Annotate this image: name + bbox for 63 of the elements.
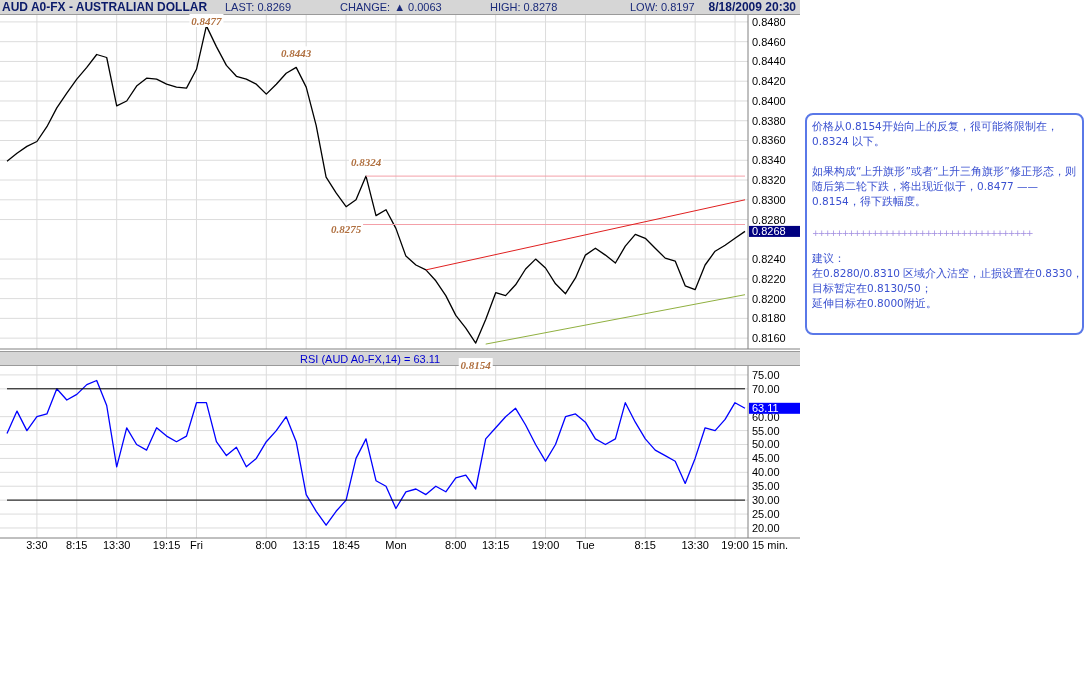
axis-label: Mon bbox=[385, 539, 407, 551]
axis-label: Tue bbox=[576, 539, 595, 551]
rsi-title: RSI (AUD A0-FX,14) = 63.11 bbox=[300, 352, 441, 365]
price-label: 0.8477 bbox=[189, 14, 224, 27]
date-time: 8/18/2009 20:30 bbox=[708, 0, 797, 14]
axis-label: 0.8340 bbox=[752, 154, 786, 167]
axis-label: 13:15 bbox=[292, 539, 320, 551]
axis-label: 35.00 bbox=[752, 480, 780, 493]
advice-line: 在0.8280/0.8310 区域介入沽空，止损设置在0.8330， bbox=[812, 266, 1084, 281]
axis-label: Fri bbox=[190, 539, 203, 551]
axis-label: 0.8380 bbox=[752, 114, 786, 127]
axis-label: 8:15 bbox=[66, 539, 88, 551]
last-price: LAST: 0.8269 bbox=[225, 1, 292, 13]
axis-label: 55.00 bbox=[752, 424, 780, 437]
axis-label: 0.8420 bbox=[752, 75, 786, 88]
axis-label: 0.8220 bbox=[752, 272, 786, 285]
axis-label: 0.8440 bbox=[752, 55, 786, 68]
axis-label: 8:00 bbox=[255, 539, 277, 551]
symbol-title: AUD A0-FX - AUSTRALIAN DOLLAR bbox=[1, 0, 208, 14]
advice-title: 建议： bbox=[812, 251, 845, 266]
axis-label: 19:15 bbox=[152, 539, 181, 551]
axis-label: 19:00 bbox=[531, 539, 560, 551]
axis-label: 19:00 bbox=[721, 539, 749, 551]
axis-label: 0.8460 bbox=[752, 35, 786, 48]
value-tag: 0.8268 bbox=[749, 225, 800, 238]
axis-label: 0.8280 bbox=[752, 213, 786, 226]
axis-label: 0.8480 bbox=[752, 15, 786, 28]
interval-label: 15 min. bbox=[752, 539, 789, 551]
advice-line: 延伸目标在0.8000附近。 bbox=[812, 296, 937, 311]
axis-label: 8:15 bbox=[634, 539, 656, 551]
axis-label: 25.00 bbox=[752, 508, 780, 521]
axis-label: 20.00 bbox=[752, 522, 780, 534]
axis-label: 0.8320 bbox=[752, 174, 786, 186]
change-label: CHANGE: bbox=[340, 1, 391, 13]
axis-label: 30.00 bbox=[752, 494, 780, 507]
axis-label: 0.8200 bbox=[752, 292, 786, 305]
axis-label: 13:30 bbox=[681, 539, 709, 551]
axis-label: 18:45 bbox=[332, 539, 360, 551]
axis-label: 0.8400 bbox=[752, 94, 786, 107]
axis-label: 70.00 bbox=[752, 382, 780, 395]
note-paragraph: 如果构成“上升旗形”或者“上升三角旗形”修正形态，则随后第二轮下跌，将出现近似于，0.8477 ——0.8154，得下跌幅度。 bbox=[812, 164, 1077, 209]
axis-label: 75.00 bbox=[752, 368, 780, 381]
price-label: 0.8154 bbox=[458, 358, 493, 372]
axis-label: 13:30 bbox=[102, 539, 131, 551]
axis-label: 0.8180 bbox=[752, 312, 786, 325]
plus-divider: +++++++++++++++++++++++++++++++++++++ bbox=[812, 227, 1032, 239]
note-paragraph: 价格从0.8154开始向上的反复，很可能将限制在，0.8324 以下。 bbox=[812, 119, 1059, 149]
axis-label: 0.8240 bbox=[752, 253, 786, 266]
low-price: LOW: 0.8197 bbox=[630, 1, 695, 13]
advice-line: 目标暂定在0.8130/50； bbox=[812, 281, 932, 296]
axis-label: 3:30 bbox=[26, 539, 48, 551]
axis-label: 0.8300 bbox=[752, 193, 786, 206]
price-label: 0.8443 bbox=[279, 46, 314, 60]
axis-label: 8:00 bbox=[445, 539, 467, 551]
axis-label: 13:15 bbox=[481, 539, 510, 551]
axis-label: 50.00 bbox=[752, 438, 780, 451]
axis-label: 45.00 bbox=[752, 452, 780, 465]
axis-label: 40.00 bbox=[752, 466, 780, 479]
axis-label: 0.8160 bbox=[752, 332, 786, 345]
axis-label: 0.8360 bbox=[752, 134, 786, 147]
value-tag: 63.11 bbox=[749, 402, 800, 415]
change-value: ▲ 0.0063 bbox=[394, 1, 442, 13]
high-price: HIGH: 0.8278 bbox=[490, 1, 558, 13]
